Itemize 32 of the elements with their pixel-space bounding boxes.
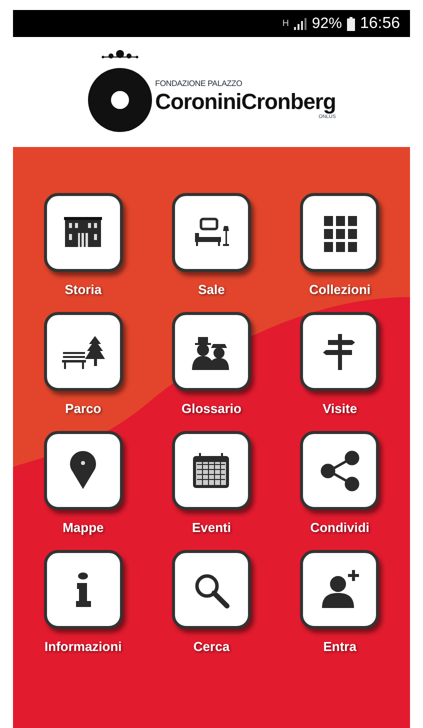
menu-tile-button[interactable]	[44, 550, 123, 629]
tile-label: Informazioni	[44, 638, 122, 656]
tile-label: Condividi	[310, 519, 370, 537]
tile-label: Collezioni	[309, 281, 371, 299]
menu-tile-button[interactable]	[172, 431, 251, 510]
menu-tile-button[interactable]	[44, 312, 123, 391]
menu-tile-button[interactable]	[300, 431, 380, 510]
tile-label: Parco	[65, 400, 102, 418]
menu-tile-button[interactable]	[172, 193, 251, 272]
clock: 16:56	[360, 16, 400, 32]
tile-label: Entra	[323, 638, 356, 656]
menu-tile-button[interactable]	[44, 431, 123, 510]
menu-tile-button[interactable]	[300, 550, 380, 629]
network-type: H	[282, 19, 289, 28]
tile-label: Mappe	[62, 519, 104, 537]
logo-subtitle: FONDAZIONE PALAZZO	[155, 80, 244, 88]
tile-label: Visite	[322, 400, 358, 418]
menu-tile-button[interactable]	[172, 312, 251, 391]
logo-name: CoroniniCronberg	[155, 88, 336, 114]
tile-label: Cerca	[193, 638, 230, 656]
tile-label: Glossario	[182, 400, 242, 418]
menu-tile-button[interactable]	[44, 193, 123, 272]
info-icon	[76, 572, 91, 607]
menu-tile-button[interactable]	[300, 193, 380, 272]
signal-icon	[294, 18, 307, 30]
tile-label: Storia	[64, 281, 102, 299]
menu-tile-button[interactable]	[300, 312, 380, 391]
menu-tile-button[interactable]	[172, 550, 251, 629]
battery-icon	[346, 16, 355, 30]
tile-label: Sale	[198, 281, 225, 299]
tile-label: Eventi	[192, 519, 231, 537]
battery-percent: 92%	[312, 16, 342, 31]
